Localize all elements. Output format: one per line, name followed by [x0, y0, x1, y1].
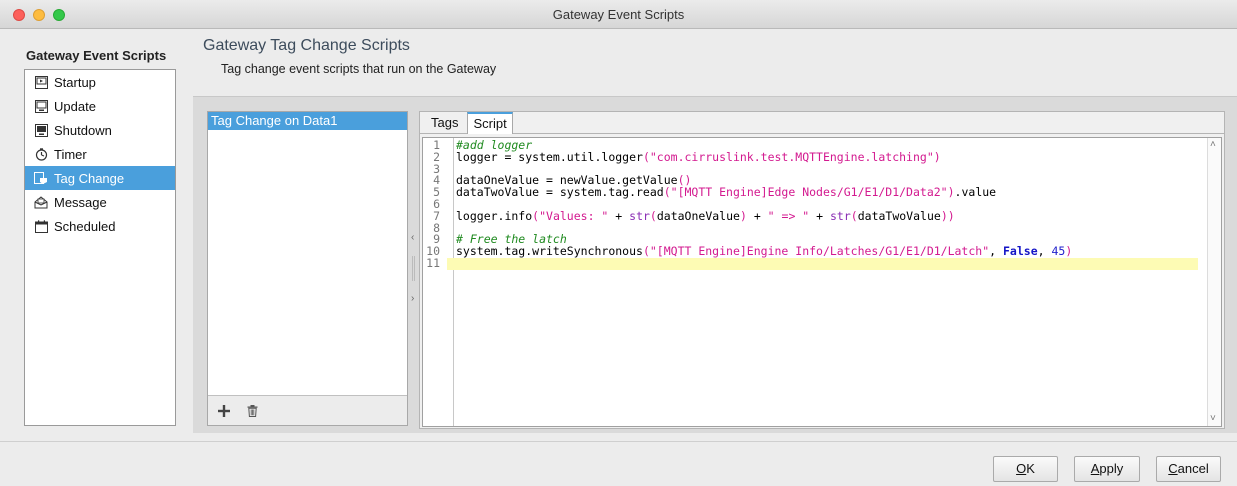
sidebar-item-startup[interactable]: Startup — [25, 70, 175, 94]
sidebar-item-label: Tag Change — [54, 170, 125, 186]
code-line-text: system.tag.writeSynchronous("[MQTT Engin… — [456, 244, 1073, 259]
code-line[interactable]: 7 logger.info("Values: " + str(dataOneVal… — [423, 208, 1198, 223]
apply-button[interactable]: Apply — [1074, 456, 1140, 482]
sidebar-item-label: Scheduled — [54, 218, 116, 234]
code-area[interactable]: 1 #add logger 2 logger = system.util.logger… — [423, 139, 1198, 270]
message-icon — [34, 195, 48, 209]
chevron-right-icon[interactable]: › — [411, 294, 414, 304]
line-number: 11 — [426, 255, 440, 270]
tag-change-icon — [34, 171, 48, 185]
sidebar-item-update[interactable]: Update — [25, 94, 175, 118]
scroll-down-icon[interactable]: ˅ — [1210, 414, 1216, 424]
sidebar-item-label: Message — [54, 194, 107, 210]
sidebar-item-timer[interactable]: Timer — [25, 142, 175, 166]
code-line-text: dataTwoValue = system.tag.read("[MQTT En… — [456, 185, 997, 200]
page-subtitle: Tag change event scripts that run on the… — [221, 62, 497, 76]
cancel-button[interactable]: Cancel — [1156, 456, 1221, 482]
calendar-icon — [34, 219, 48, 233]
sidebar-item-shutdown[interactable]: Shutdown — [25, 118, 175, 142]
scroll-up-icon[interactable]: ˄ — [1210, 140, 1216, 150]
code-line-text: logger.info("Values: " + str(dataOneValu… — [456, 208, 955, 223]
sidebar-list: Startup Update Shutdown Timer Tag Change… — [24, 69, 176, 426]
code-line[interactable]: 2 logger = system.util.logger("com.cirrus… — [423, 149, 1198, 164]
code-line[interactable]: 11 — [423, 255, 1198, 270]
tab-script[interactable]: Script — [467, 112, 513, 134]
code-line-text: logger = system.util.logger("com.cirrusl… — [456, 149, 941, 164]
startup-icon — [34, 75, 48, 89]
window-titlebar: Gateway Event Scripts — [0, 0, 1237, 29]
code-editor[interactable]: 1 #add logger 2 logger = system.util.logger… — [422, 137, 1222, 427]
code-line-text — [447, 257, 1198, 270]
sidebar-item-scheduled[interactable]: Scheduled — [25, 214, 175, 238]
sidebar-item-label: Timer — [54, 146, 87, 162]
sidebar-item-label: Shutdown — [54, 122, 112, 138]
sidebar-item-message[interactable]: Message — [25, 190, 175, 214]
shutdown-icon — [34, 123, 48, 137]
code-line[interactable]: 5 dataTwoValue = system.tag.read("[MQTT E… — [423, 185, 1198, 200]
dialog-footer: OK Apply Cancel — [0, 441, 1237, 486]
list-item[interactable]: Tag Change on Data1 — [208, 112, 407, 130]
splitter-grip[interactable] — [412, 256, 415, 281]
sidebar-title: Gateway Event Scripts — [26, 48, 167, 63]
script-editor-panel: Tags Script 1 #add logger 2 logger = system… — [419, 111, 1225, 429]
vertical-scrollbar[interactable]: ˄ ˅ — [1207, 138, 1221, 426]
window-title: Gateway Event Scripts — [552, 7, 685, 22]
page-title: Gateway Tag Change Scripts — [203, 37, 410, 54]
editor-tabs: Tags Script — [420, 112, 1224, 134]
code-line[interactable]: 10 system.tag.writeSynchronous("[MQTT Eng… — [423, 244, 1198, 259]
list-toolbar — [208, 395, 407, 425]
trash-icon[interactable] — [245, 404, 259, 418]
sidebar-item-label: Startup — [54, 74, 96, 90]
timer-icon — [34, 147, 48, 161]
plus-icon[interactable] — [217, 404, 231, 418]
update-icon — [34, 99, 48, 113]
sidebar-item-tag-change[interactable]: Tag Change — [25, 166, 175, 190]
script-list: Tag Change on Data1 — [207, 111, 408, 426]
ok-button[interactable]: OK — [993, 456, 1058, 482]
chevron-left-icon[interactable]: ‹ — [411, 233, 414, 243]
tab-tags[interactable]: Tags — [426, 113, 463, 133]
sidebar-item-label: Update — [54, 98, 96, 114]
